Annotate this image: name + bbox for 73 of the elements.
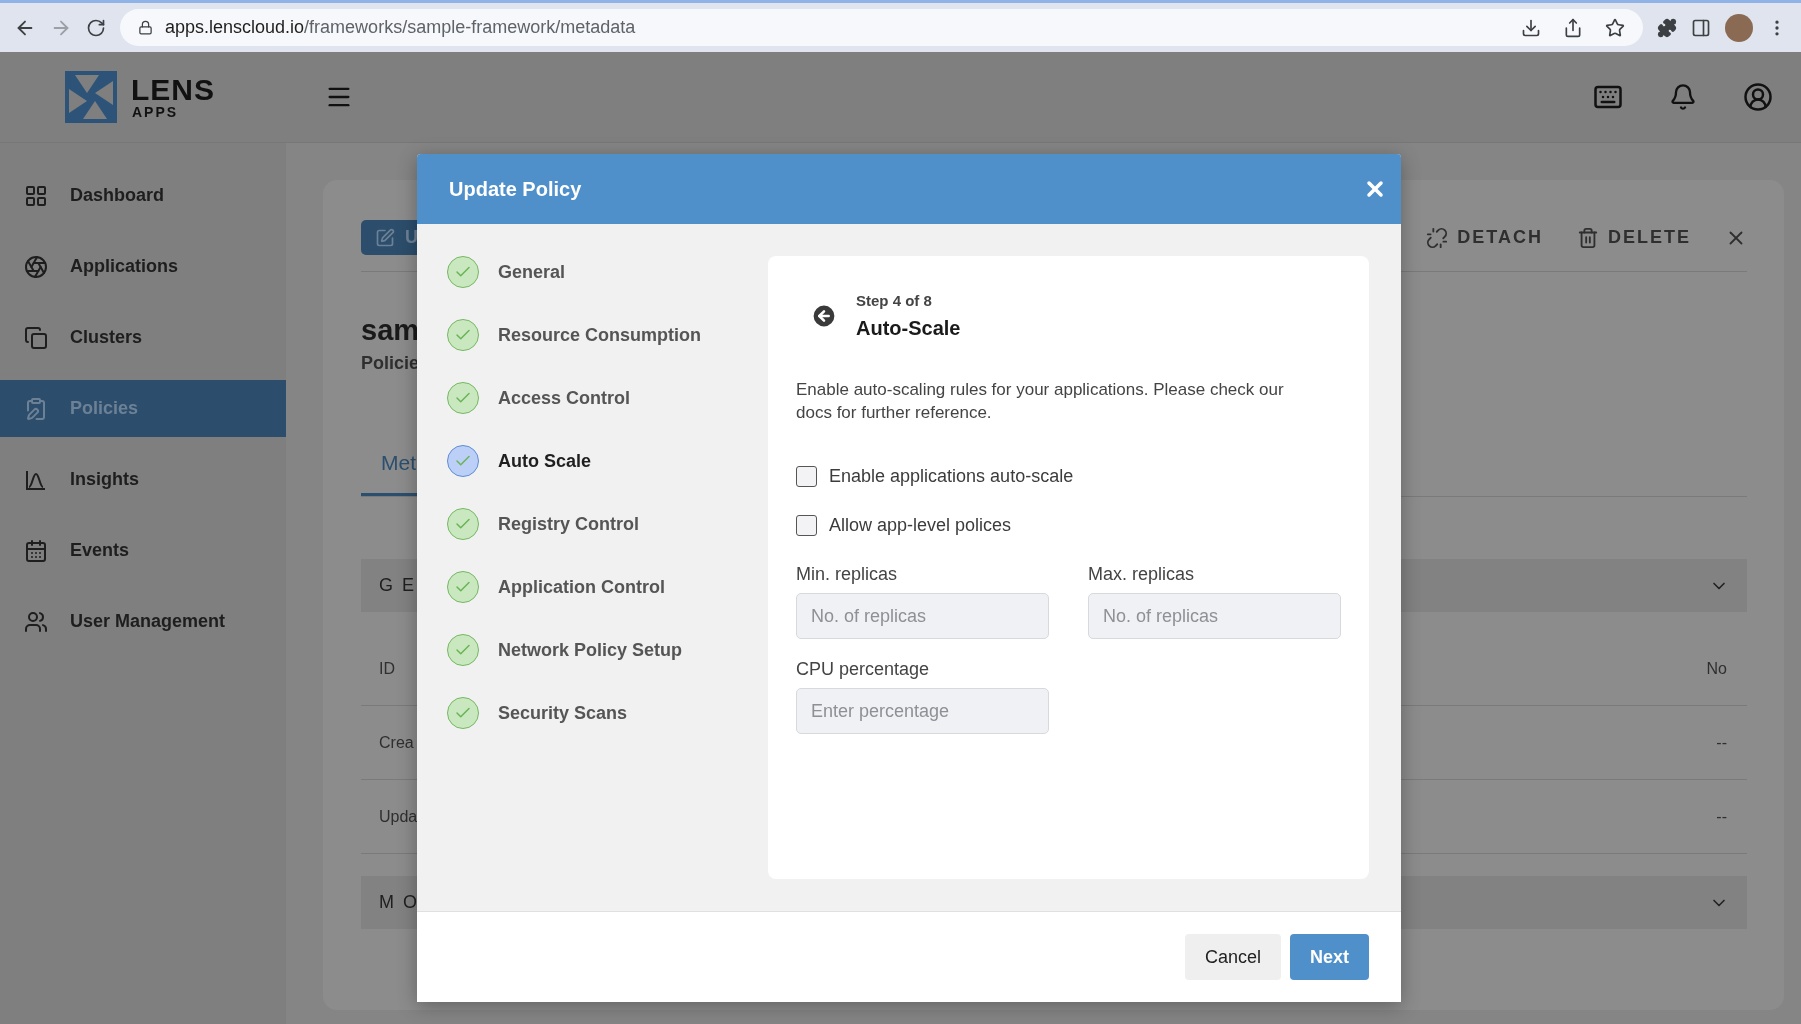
shutter-logo-icon	[65, 71, 117, 123]
section-title: G E	[379, 575, 416, 596]
star-icon[interactable]	[1605, 17, 1625, 38]
aperture-icon	[24, 254, 48, 279]
stacked-squares-icon	[24, 325, 48, 350]
account-icon[interactable]	[1743, 82, 1773, 112]
url-path: /frameworks/sample-framework/metadata	[304, 17, 636, 38]
field-label: Max. replicas	[1088, 564, 1196, 585]
dialog-title: Update Policy	[449, 177, 582, 201]
step-label[interactable]: General	[498, 256, 566, 288]
step-label[interactable]: Security Scans	[498, 697, 628, 729]
checkbox-label: Allow app-level polices	[829, 515, 1012, 536]
broken-link-icon	[1426, 226, 1449, 249]
field-label: Upda	[379, 807, 418, 826]
step-check-icon	[447, 571, 479, 603]
step-label[interactable]: Application Control	[498, 571, 665, 603]
grid-icon	[24, 183, 48, 208]
sidebar-item[interactable]: Applications	[0, 238, 286, 295]
checkbox[interactable]	[796, 515, 817, 536]
step-label[interactable]: Access Control	[498, 382, 631, 414]
cancel-button[interactable]: Cancel	[1184, 934, 1281, 980]
step-check-icon	[447, 445, 479, 477]
step-check-icon	[447, 256, 479, 288]
profile-avatar[interactable]	[1725, 13, 1753, 42]
field-value: --	[1716, 733, 1727, 752]
step-label[interactable]: Resource Consumption	[498, 319, 702, 351]
step-check-icon	[447, 634, 479, 666]
sidebar-item[interactable]: Dashboard	[0, 167, 286, 224]
next-button[interactable]: Next	[1290, 934, 1369, 980]
detach-button[interactable]: DETACH	[1426, 226, 1543, 249]
side-panel-icon[interactable]	[1691, 17, 1711, 38]
checkbox[interactable]	[796, 466, 817, 487]
step-title: Auto-Scale	[856, 317, 961, 340]
page-title: sam	[361, 314, 420, 347]
share-icon[interactable]	[1563, 17, 1583, 38]
step-label[interactable]: Registry Control	[498, 508, 639, 540]
sidebar-item[interactable]: Clusters	[0, 309, 286, 366]
download-icon[interactable]	[1521, 17, 1541, 38]
users-icon	[24, 609, 48, 634]
field-label: Crea	[379, 733, 414, 752]
sidebar-item[interactable]: Events	[0, 522, 286, 579]
bell-icon[interactable]	[1669, 83, 1697, 111]
section-title: M O	[379, 892, 419, 913]
url-host: apps.lenscloud.io	[165, 17, 305, 38]
sidebar-item[interactable]: Policies	[0, 380, 286, 437]
step-description: Enable auto-scaling rules for your applications. Please check our docs for further reference.	[796, 379, 1285, 424]
calendar-icon	[24, 538, 48, 563]
sidebar-item[interactable]: User Management	[0, 593, 286, 650]
field-value: No	[1706, 659, 1727, 678]
puzzle-icon[interactable]	[1657, 17, 1677, 38]
step-label[interactable]: Auto Scale	[498, 445, 592, 477]
edit-icon	[375, 227, 395, 248]
step-check-icon	[447, 382, 479, 414]
step-label[interactable]: Network Policy Setup	[498, 634, 683, 666]
sidebar-item[interactable]: Insights	[0, 451, 286, 508]
logo-subtitle: APPS	[132, 105, 180, 119]
field-label: ID	[379, 659, 395, 678]
lock-icon	[138, 20, 153, 35]
page-subtitle: Policie	[361, 353, 420, 374]
step-check-icon	[447, 508, 479, 540]
field-label: Min. replicas	[796, 564, 899, 585]
address-bar[interactable]: apps.lenscloud.io/frameworks/sample-framework/metadata	[120, 9, 1643, 46]
field-label: CPU percentage	[796, 659, 931, 680]
field-value: --	[1716, 807, 1727, 826]
step-check-icon	[447, 319, 479, 351]
step-counter: Step 4 of 8	[856, 292, 933, 309]
checkbox-label: Enable applications auto-scale	[829, 466, 1074, 487]
step-check-icon	[447, 697, 479, 729]
trash-icon	[1577, 226, 1599, 249]
delete-button[interactable]: DELETE	[1577, 226, 1691, 249]
logo-wordmark: LENS	[131, 75, 215, 105]
reload-icon[interactable]	[86, 17, 106, 38]
clipboard-icon	[24, 396, 48, 421]
